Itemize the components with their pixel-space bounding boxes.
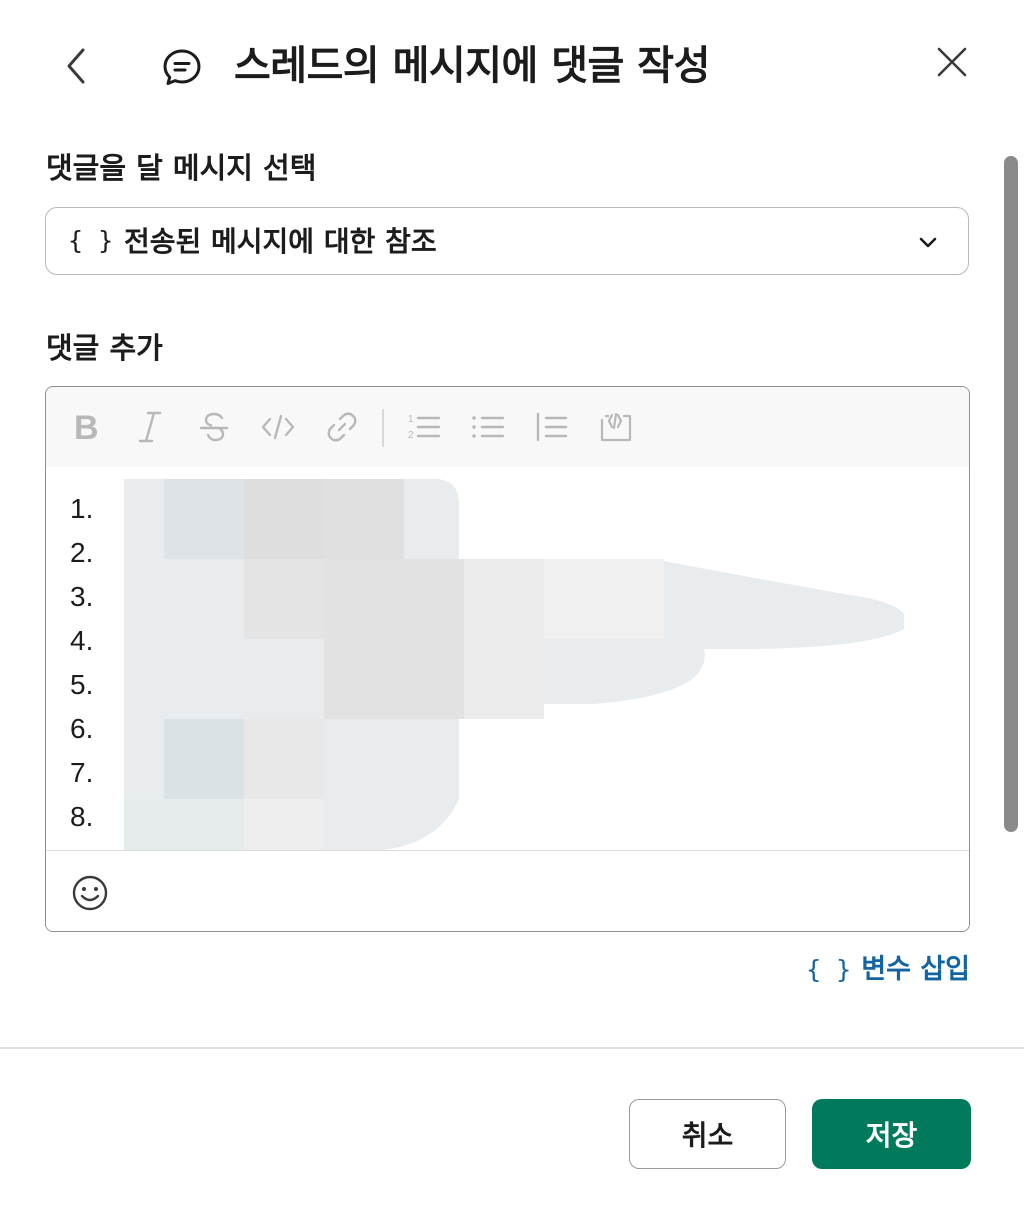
close-button[interactable]: [926, 36, 978, 88]
list-item-number: 2.: [70, 537, 94, 568]
formatting-toolbar: B 12: [46, 387, 969, 467]
add-comment-label: 댓글 추가: [46, 331, 163, 365]
modal-header: 스레드의 메시지에 댓글 작성: [0, 0, 1024, 130]
code-icon: [261, 414, 295, 440]
modal-title: 스레드의 메시지에 댓글 작성: [234, 43, 710, 89]
code-block-button[interactable]: [594, 405, 638, 449]
bold-button[interactable]: B: [64, 405, 108, 449]
save-button[interactable]: 저장: [812, 1099, 971, 1169]
list-item-number: 8.: [70, 801, 94, 832]
list-item-number: 5.: [70, 669, 94, 700]
link-button[interactable]: [320, 405, 364, 449]
svg-text:1: 1: [408, 414, 414, 425]
code-button[interactable]: [256, 405, 300, 449]
blockquote-button[interactable]: [530, 405, 574, 449]
back-button[interactable]: [50, 38, 102, 94]
list-item-number: 6.: [70, 713, 94, 744]
link-icon: [327, 412, 357, 442]
svg-text:2: 2: [408, 430, 414, 441]
comment-icon: [163, 49, 201, 85]
comment-editor[interactable]: B 12 1. 2. 3. 4. 5. 6. 7. 8.: [45, 386, 970, 932]
chevron-down-icon: [919, 237, 937, 248]
emoji-icon[interactable]: [70, 873, 110, 913]
list-item-number: 4.: [70, 625, 94, 656]
bulleted-list-button[interactable]: [466, 405, 510, 449]
variable-icon: { }: [806, 955, 852, 984]
insert-variable-button[interactable]: { } 변수 삽입: [806, 950, 970, 990]
toolbar-divider: [382, 409, 384, 447]
svg-text:B: B: [74, 410, 99, 444]
editor-footer: [46, 850, 969, 931]
ordered-list-icon: 12: [408, 414, 441, 441]
code-block-icon: [600, 412, 632, 442]
footer-divider: [0, 1047, 1024, 1049]
strikethrough-button[interactable]: [192, 405, 236, 449]
message-select-value: 전송된 메시지에 대한 참조: [124, 225, 437, 258]
strikethrough-icon: [199, 412, 229, 442]
italic-icon: [138, 411, 162, 443]
message-select[interactable]: { } 전송된 메시지에 대한 참조: [45, 207, 969, 275]
redacted-content: [124, 479, 904, 861]
comment-list: 1. 2. 3. 4. 5. 6. 7. 8.: [70, 487, 93, 839]
bulleted-list-icon: [472, 416, 505, 438]
bold-icon: B: [74, 410, 99, 444]
select-message-label: 댓글을 달 메시지 선택: [46, 151, 317, 185]
list-item-number: 3.: [70, 581, 94, 612]
chevron-left-icon: [67, 48, 85, 84]
insert-variable-label: 변수 삽입: [861, 954, 970, 985]
variable-icon: { }: [68, 226, 114, 255]
list-item-number: 1.: [70, 493, 94, 524]
list-item-number: 7.: [70, 757, 94, 788]
italic-button[interactable]: [128, 405, 172, 449]
cancel-button[interactable]: 취소: [629, 1099, 786, 1169]
scrollbar[interactable]: [1004, 156, 1018, 832]
blockquote-icon: [536, 412, 568, 442]
close-icon: [937, 47, 967, 77]
ordered-list-button[interactable]: 12: [402, 405, 446, 449]
